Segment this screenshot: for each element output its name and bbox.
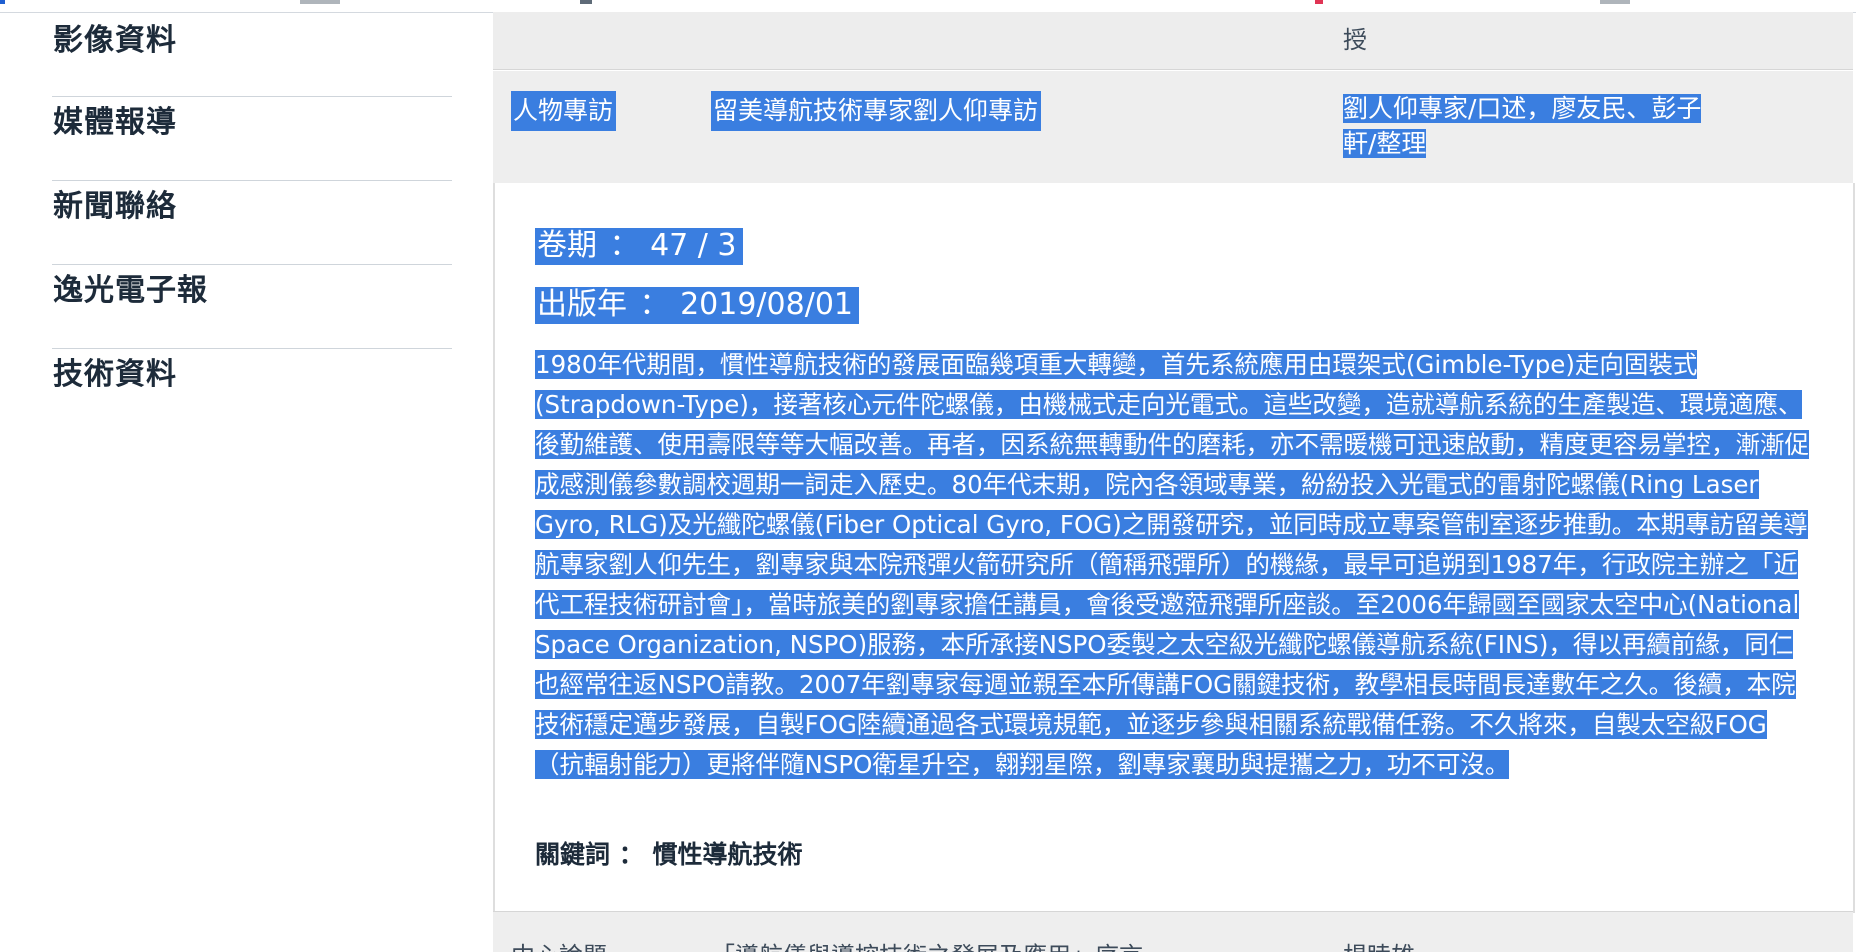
row-category: 中心論題: [511, 936, 607, 952]
keyword-value: 慣性導航技術: [652, 840, 803, 869]
sidebar-item-image-data[interactable]: 影像資料: [52, 12, 452, 97]
abstract-selected-text: 1980年代期間，慣性導航技術的發展面臨幾項重大轉變，首先系統應用由環架式(Gi…: [535, 350, 1809, 779]
article-list: 授 人物專訪 留美導航技術專家劉人仰專訪 劉人仰專家/口述，廖友民、彭子軒/整理…: [493, 0, 1856, 952]
sidebar-item-technical-data[interactable]: 技術資料: [52, 348, 452, 432]
sidebar-nav: 影像資料 媒體報導 新聞聯絡 逸光電子報 技術資料: [0, 12, 493, 951]
row-author: 楊睦雄: [1343, 936, 1415, 952]
list-row[interactable]: 中心論題 「導航儀與導控技術之發展及應用」序言 楊睦雄: [493, 911, 1853, 952]
tab-fragment: [0, 0, 5, 4]
abstract-text: 1980年代期間，慣性導航技術的發展面臨幾項重大轉變，首先系統應用由環架式(Gi…: [535, 345, 1815, 785]
tab-fragment: [300, 0, 340, 4]
year-value: 2019/08/01: [679, 287, 856, 324]
volume-line: 卷期 ： 47 / 3: [535, 225, 743, 267]
publish-year-line: 出版年 ： 2019/08/01: [535, 284, 859, 326]
row-title-link[interactable]: 「導航儀與導控技術之發展及應用」序言: [711, 936, 1143, 952]
sidebar-item-label: 新聞聯絡: [53, 189, 177, 224]
year-text: 出版年 ： 2019/08/01: [535, 287, 859, 324]
sidebar-item-label: 逸光電子報: [53, 273, 208, 308]
row-author: 授: [1343, 26, 1367, 54]
row-title-link[interactable]: 留美導航技術專家劉人仰專訪: [711, 91, 1042, 131]
keyword-label: 關鍵詞: [535, 840, 611, 869]
volume-label: 卷期: [536, 228, 600, 265]
sidebar-item-news-contact[interactable]: 新聞聯絡: [52, 180, 452, 265]
article-detail-panel: 卷期 ： 47 / 3 出版年 ： 2019/08/01 1980年代期間，慣性…: [493, 183, 1855, 913]
volume-value: 47 / 3: [649, 228, 740, 265]
volume-text: 卷期 ： 47 / 3: [535, 228, 743, 265]
year-label: 出版年: [536, 287, 630, 324]
row-category: 人物專訪: [511, 91, 617, 131]
sidebar-item-e-newsletter[interactable]: 逸光電子報: [52, 264, 452, 349]
list-row[interactable]: 授: [493, 12, 1853, 70]
row-author: 劉人仰專家/口述，廖友民、彭子軒/整理: [1343, 91, 1703, 161]
sidebar-item-label: 影像資料: [53, 23, 177, 58]
sidebar-item-label: 媒體報導: [53, 105, 177, 140]
sidebar-item-label: 技術資料: [53, 357, 177, 392]
keyword-line: 關鍵詞 ： 慣性導航技術: [535, 840, 803, 869]
list-row-selected[interactable]: 人物專訪 留美導航技術專家劉人仰專訪 劉人仰專家/口述，廖友民、彭子軒/整理: [493, 71, 1853, 185]
row-author-text: 劉人仰專家/口述，廖友民、彭子軒/整理: [1343, 94, 1702, 158]
sidebar-item-media-reports[interactable]: 媒體報導: [52, 96, 452, 181]
